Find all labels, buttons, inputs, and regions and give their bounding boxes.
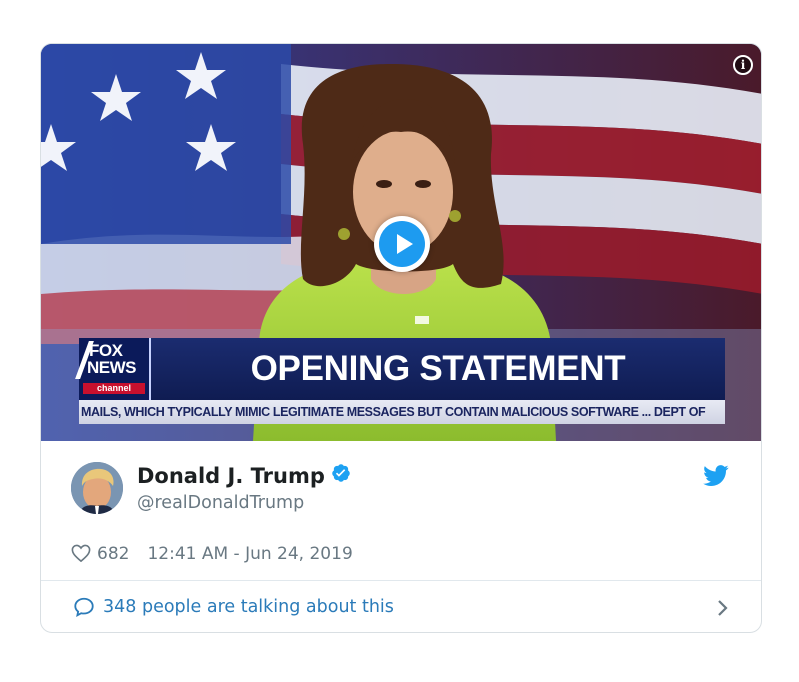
author-handle[interactable]: @realDonaldTrump xyxy=(137,493,304,513)
tweet-timestamp[interactable]: 12:41 AM - Jun 24, 2019 xyxy=(147,544,352,564)
tweet-meta: 682 12:41 AM - Jun 24, 2019 xyxy=(71,542,353,566)
play-icon xyxy=(379,221,425,267)
author-name-text: Donald J. Trump xyxy=(137,464,325,488)
chevron-right-icon[interactable] xyxy=(717,599,729,621)
logo-fox-text: FOX xyxy=(89,341,123,360)
news-ticker: MAILS, WHICH TYPICALLY MIMIC LEGITIMATE … xyxy=(79,400,725,424)
play-button[interactable] xyxy=(374,216,430,272)
tweet-card[interactable]: i FOX NEWS channel OPENING STATEMENT MAI… xyxy=(40,43,762,633)
heart-icon[interactable] xyxy=(71,544,91,569)
headline-banner: OPENING STATEMENT xyxy=(250,349,626,388)
logo-channel-text: channel xyxy=(83,383,145,394)
info-icon[interactable]: i xyxy=(733,55,753,75)
talking-about-text[interactable]: 348 people are talking about this xyxy=(103,581,394,632)
ticker-text: MAILS, WHICH TYPICALLY MIMIC LEGITIMATE … xyxy=(81,405,706,419)
author-name[interactable]: Donald J. Trump xyxy=(137,463,351,488)
logo-news-text: NEWS xyxy=(87,358,137,377)
avatar[interactable] xyxy=(71,462,123,514)
speech-bubble-icon xyxy=(73,596,95,622)
avatar-image xyxy=(71,462,123,514)
video-thumbnail[interactable]: i FOX NEWS channel OPENING STATEMENT MAI… xyxy=(41,44,761,441)
twitter-bird-icon[interactable] xyxy=(703,465,729,491)
fox-news-logo: FOX NEWS channel xyxy=(75,338,151,400)
verified-badge-icon xyxy=(331,463,351,488)
like-count[interactable]: 682 xyxy=(97,544,129,564)
news-lower-third: FOX NEWS channel OPENING STATEMENT xyxy=(75,338,725,400)
tweet-author[interactable]: Donald J. Trump @realDonaldTrump xyxy=(71,462,731,522)
conversation-link[interactable]: 348 people are talking about this xyxy=(41,581,761,632)
